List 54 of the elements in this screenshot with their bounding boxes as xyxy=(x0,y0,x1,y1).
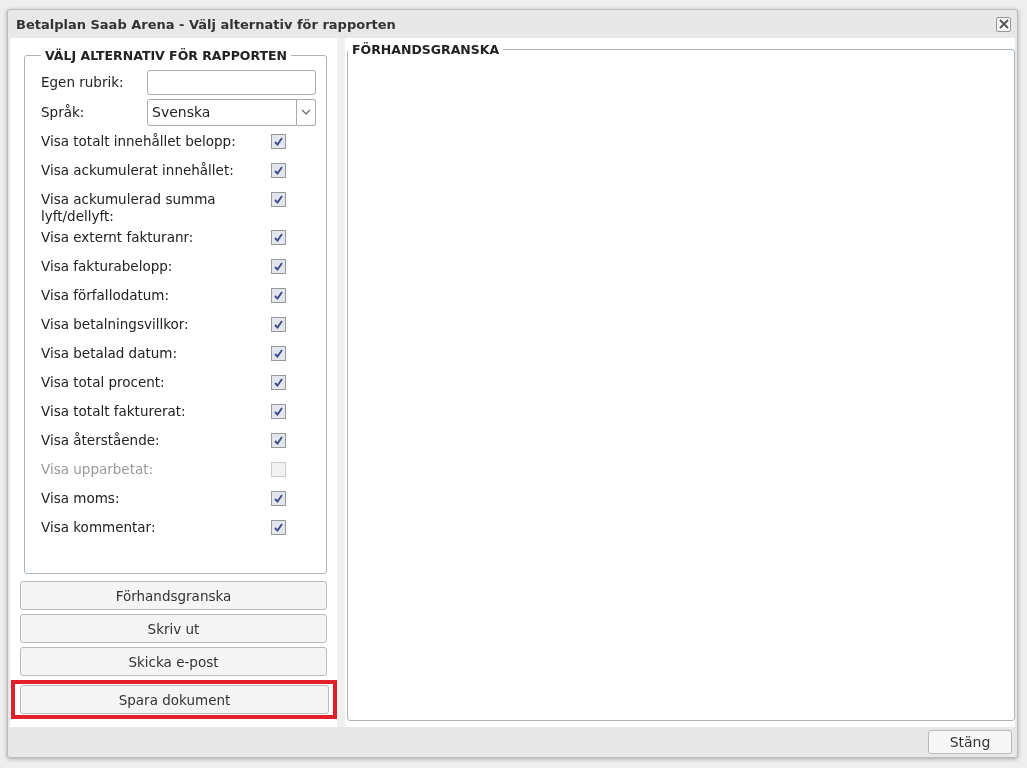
checkmark-icon xyxy=(273,165,284,176)
window-title: Betalplan Saab Arena - Välj alternativ för rapporten xyxy=(16,16,396,32)
checkmark-icon xyxy=(273,261,284,272)
field-label: Egen rubrik: xyxy=(41,74,124,90)
checkmark-icon xyxy=(273,377,284,388)
checkbox[interactable] xyxy=(271,134,286,149)
checkbox-label: Visa ackumulerad summa lyft/dellyft: xyxy=(41,190,217,225)
checkmark-icon xyxy=(273,136,284,147)
checkbox-label: Visa återstående: xyxy=(41,431,161,449)
checkbox[interactable] xyxy=(271,491,286,506)
checkbox-label: Visa moms: xyxy=(41,489,121,507)
action-button[interactable]: Förhandsgranska xyxy=(20,581,327,610)
options-legend: VÄLJ ALTERNATIV FÖR RAPPORTEN xyxy=(41,48,292,63)
checkmark-icon xyxy=(273,406,284,417)
checkbox[interactable] xyxy=(271,288,286,303)
checkbox-label: Visa totalt innehållet belopp: xyxy=(41,132,237,150)
checkbox-label: Visa betalningsvillkor: xyxy=(41,315,190,333)
close-dialog-button[interactable]: Stäng xyxy=(928,730,1012,754)
checkmark-icon xyxy=(273,319,284,330)
checkbox[interactable] xyxy=(271,404,286,419)
checkmark-icon xyxy=(273,232,284,243)
checkmark-icon xyxy=(273,493,284,504)
checkmark-icon xyxy=(273,522,284,533)
checkbox-label: Visa förfallodatum: xyxy=(41,286,171,304)
checkbox[interactable] xyxy=(271,346,286,361)
checkbox-label: Visa totalt fakturerat: xyxy=(41,402,187,420)
checkbox[interactable] xyxy=(271,259,286,274)
checkbox-label: Visa externt fakturanr: xyxy=(41,228,195,246)
close-button[interactable] xyxy=(996,16,1011,32)
checkbox-label: Visa fakturabelopp: xyxy=(41,257,174,275)
checkbox-label: Visa kommentar: xyxy=(41,518,157,536)
checkbox[interactable] xyxy=(271,433,286,448)
checkmark-icon xyxy=(273,435,284,446)
checkmark-icon xyxy=(273,194,284,205)
checkbox[interactable] xyxy=(271,317,286,332)
close-icon xyxy=(998,19,1009,29)
checkbox[interactable] xyxy=(271,163,286,178)
action-button[interactable]: Spara dokument xyxy=(20,685,329,714)
action-button[interactable]: Skicka e-post xyxy=(20,647,327,676)
checkbox-label: Visa upparbetat: xyxy=(41,460,155,478)
action-button[interactable]: Skriv ut xyxy=(20,614,327,643)
checkmark-icon xyxy=(273,290,284,301)
input-field[interactable] xyxy=(147,69,316,95)
checkbox-label: Visa ackumulerat innehållet: xyxy=(41,161,235,179)
checkbox-label: Visa betalad datum: xyxy=(41,344,178,362)
checkbox[interactable] xyxy=(271,230,286,245)
checkbox[interactable] xyxy=(271,192,286,207)
checkmark-icon xyxy=(273,348,284,359)
checkbox[interactable] xyxy=(271,375,286,390)
checkbox[interactable] xyxy=(271,520,286,535)
caret-icon xyxy=(301,109,311,115)
preview-legend: FÖRHANDSGRANSKA xyxy=(348,42,504,57)
checkbox-label: Visa total procent: xyxy=(41,373,166,391)
field-label: Språk: xyxy=(41,104,85,120)
